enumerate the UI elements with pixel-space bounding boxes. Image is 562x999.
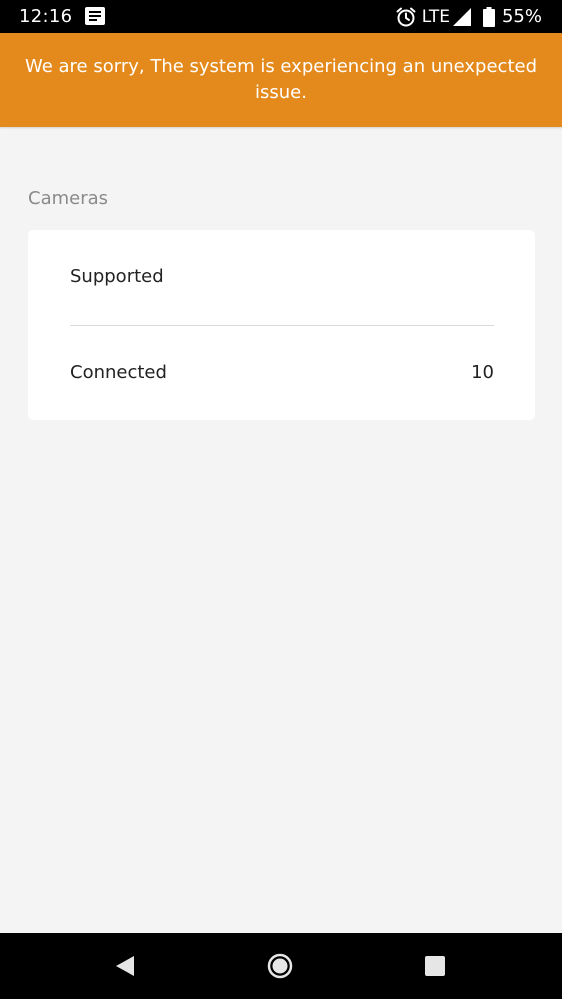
supported-row: Supported	[70, 265, 494, 289]
battery-percent: 55%	[501, 6, 542, 27]
connected-row: Connected 10	[70, 361, 494, 385]
connected-value: 10	[471, 362, 494, 383]
network-type: LTE	[421, 7, 450, 27]
status-bar: 12:16 LTE 55%	[0, 0, 562, 33]
supported-label: Supported	[70, 266, 164, 287]
recents-icon[interactable]	[422, 953, 448, 979]
app-screen: 12:16 LTE 55% We are sorry, The system i…	[0, 0, 562, 999]
alarm-icon	[396, 7, 416, 27]
error-message: We are sorry, The system is experiencing…	[24, 56, 538, 103]
back-icon[interactable]	[112, 953, 138, 979]
connected-label: Connected	[70, 362, 167, 383]
error-banner: We are sorry, The system is experiencing…	[0, 33, 562, 127]
notification-icon	[85, 7, 105, 25]
navigation-bar	[0, 933, 562, 999]
cameras-card: Supported Connected 10	[28, 230, 535, 420]
signal-icon	[452, 8, 471, 26]
status-time: 12:16	[19, 6, 73, 27]
status-indicators: LTE 55%	[396, 5, 542, 29]
cameras-section-header: Cameras	[28, 188, 109, 209]
row-divider	[70, 325, 494, 326]
home-icon[interactable]	[267, 953, 293, 979]
battery-icon	[482, 7, 495, 27]
